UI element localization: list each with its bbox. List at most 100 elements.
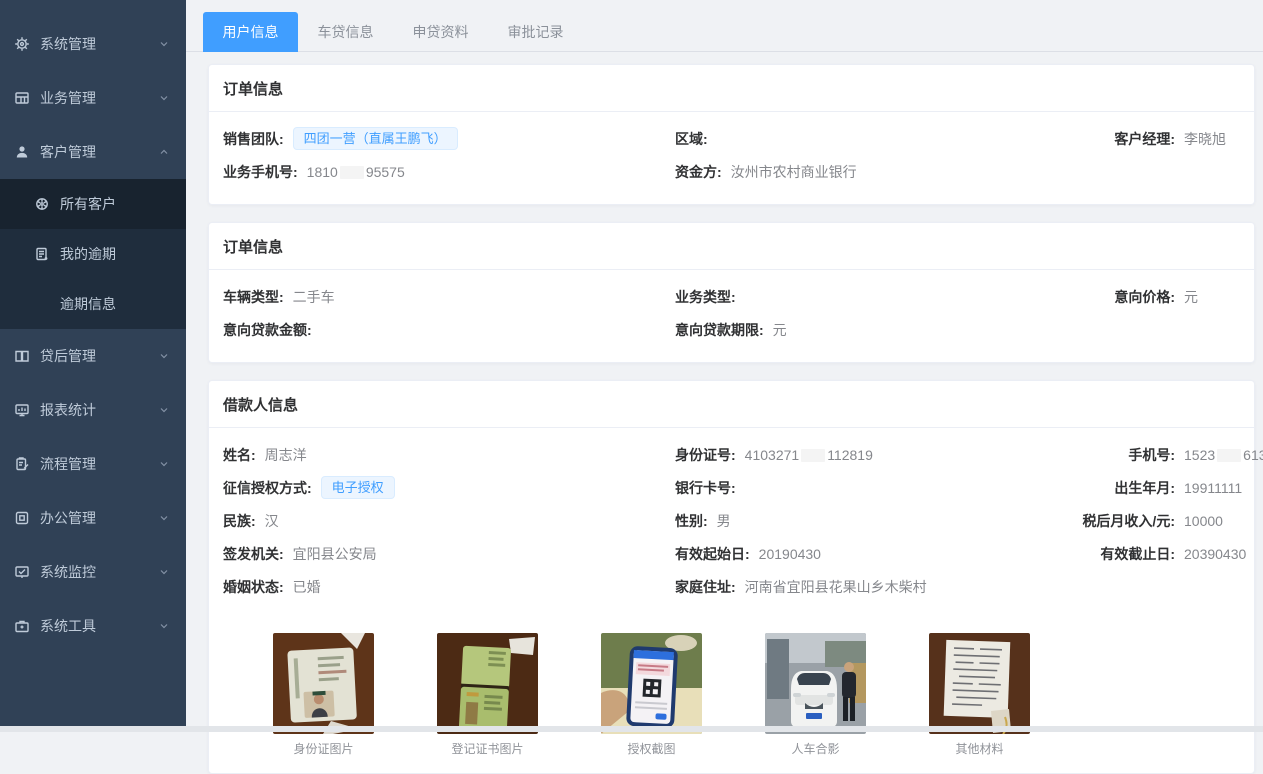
sidebar-item-customer-mgmt[interactable]: 客户管理 (0, 125, 186, 179)
field-label: 车辆类型: (223, 287, 284, 307)
field-marital-status: 婚姻状态: 已婚 (223, 577, 675, 597)
sidebar-item-system-mgmt[interactable]: 系统管理 (0, 17, 186, 71)
sidebar-item-label: 逾期信息 (60, 294, 116, 314)
field-intent-price: 意向价格: 元 (1071, 287, 1240, 307)
field-value: 15236137 (1184, 447, 1263, 463)
tab-user-info[interactable]: 用户信息 (203, 12, 298, 52)
field-label: 银行卡号: (675, 478, 736, 498)
photo-caption: 人车合影 (765, 740, 866, 757)
document-photos: 身份证图片 (223, 633, 1240, 757)
sidebar-item-process-mgmt[interactable]: 流程管理 (0, 437, 186, 491)
redaction-box (340, 166, 364, 179)
chevron-down-icon (158, 350, 170, 362)
field-label: 婚姻状态: (223, 577, 284, 597)
field-label: 资金方: (675, 162, 722, 182)
photo-handwritten-doc[interactable]: 其他材料 (929, 633, 1030, 757)
field-issuing-authority: 签发机关: 宜阳县公安局 (223, 544, 675, 564)
field-business-phone: 业务手机号: 181095575 (223, 162, 675, 182)
id-card-image (273, 633, 374, 734)
field-label: 家庭住址: (675, 577, 736, 597)
field-label: 征信授权方式: (223, 478, 312, 498)
field-value: 19911111 (1184, 480, 1242, 496)
chevron-down-icon (158, 620, 170, 632)
chevron-down-icon (158, 566, 170, 578)
credit-auth-tag: 电子授权 (321, 476, 395, 500)
sidebar-item-label: 所有客户 (60, 194, 116, 214)
sidebar-item-report-stats[interactable]: 报表统计 (0, 383, 186, 437)
phone-qr-image (601, 633, 702, 734)
handwritten-doc-image (929, 633, 1030, 734)
gear-icon (14, 36, 30, 52)
field-label: 销售团队: (223, 129, 284, 149)
photo-green-book[interactable]: 登记证书图片 (437, 633, 538, 757)
field-value: 男 (717, 511, 731, 531)
clipboard-icon (14, 456, 30, 472)
sidebar-item-label: 报表统计 (40, 400, 96, 420)
field-customer-manager: 客户经理: 李晓旭 (1071, 129, 1240, 149)
field-value: 10000 (1184, 513, 1223, 529)
customer-mgmt-submenu: 所有客户 我的逾期 逾期信息 (0, 179, 186, 329)
sidebar-item-system-tools[interactable]: 系统工具 (0, 599, 186, 653)
book-icon (14, 348, 30, 364)
field-label: 签发机关: (223, 544, 284, 564)
photo-caption: 授权截图 (601, 740, 702, 757)
photo-person-car[interactable]: 人车合影 (765, 633, 866, 757)
sidebar-item-label: 流程管理 (40, 454, 96, 474)
field-value: 二手车 (293, 287, 335, 307)
sidebar-item-label: 我的逾期 (60, 244, 116, 264)
field-loan-amount: 意向贷款金额: (223, 320, 675, 340)
sidebar-item-my-overdue[interactable]: 我的逾期 (0, 229, 186, 279)
field-label: 业务手机号: (223, 162, 298, 182)
sidebar-item-overdue-info[interactable]: 逾期信息 (0, 279, 186, 329)
sidebar-item-office-mgmt[interactable]: 办公管理 (0, 491, 186, 545)
borrower-info-card: 借款人信息 姓名: 周志洋 身份证号: 4103271112819 手机号: 1… (208, 380, 1255, 774)
sidebar-item-system-monitor[interactable]: 系统监控 (0, 545, 186, 599)
field-value: 181095575 (307, 164, 405, 180)
toolbox-icon (14, 618, 30, 634)
tab-car-loan-info[interactable]: 车贷信息 (298, 12, 393, 52)
sidebar-item-all-customers[interactable]: 所有客户 (0, 179, 186, 229)
field-birth-date: 出生年月: 19911111 (1071, 478, 1242, 498)
field-label: 意向贷款金额: (223, 320, 312, 340)
horizontal-scrollbar-track[interactable] (0, 726, 1263, 732)
field-value: 20390430 (1184, 546, 1246, 562)
field-vehicle-type: 车辆类型: 二手车 (223, 287, 675, 307)
green-book-image (437, 633, 538, 734)
field-value: 李晓旭 (1184, 129, 1226, 149)
grid-icon (14, 90, 30, 106)
field-value: 元 (1184, 287, 1198, 307)
field-label: 业务类型: (675, 287, 736, 307)
sidebar-item-label: 系统工具 (40, 616, 96, 636)
field-value: 周志洋 (265, 445, 307, 465)
sales-team-tag[interactable]: 四团一营（直属王鹏飞） (293, 127, 458, 151)
person-car-image (765, 633, 866, 734)
field-label: 出生年月: (1071, 478, 1175, 498)
main-content: 用户信息 车贷信息 申贷资料 审批记录 订单信息 销售团队: 四团一营（直属王鹏… (186, 0, 1263, 732)
field-label: 身份证号: (675, 445, 736, 465)
field-label: 客户经理: (1071, 129, 1175, 149)
field-label: 性别: (675, 511, 708, 531)
field-monthly-income: 税后月收入/元: 10000 (1071, 511, 1240, 531)
field-valid-from: 有效起始日: 20190430 (675, 544, 1071, 564)
order-info-card-1: 订单信息 销售团队: 四团一营（直属王鹏飞） 区域: 客户经理: 李晓旭 (208, 64, 1255, 205)
field-id-number: 身份证号: 4103271112819 (675, 445, 1071, 465)
sidebar-item-label: 系统监控 (40, 562, 96, 582)
field-value: 汉 (265, 511, 279, 531)
field-label: 意向贷款期限: (675, 320, 764, 340)
field-label: 姓名: (223, 445, 256, 465)
field-valid-to: 有效截止日: 20390430 (1071, 544, 1246, 564)
photo-phone-qr[interactable]: 授权截图 (601, 633, 702, 757)
field-mobile-phone: 手机号: 15236137 (1071, 445, 1263, 465)
field-value: 已婚 (293, 577, 321, 597)
sidebar-item-postloan-mgmt[interactable]: 贷后管理 (0, 329, 186, 383)
tab-loan-application-docs[interactable]: 申贷资料 (393, 12, 488, 52)
sidebar-item-label: 系统管理 (40, 34, 96, 54)
chevron-up-icon (158, 146, 170, 158)
tab-approval-records[interactable]: 审批记录 (488, 12, 583, 52)
photo-id-card[interactable]: 身份证图片 (273, 633, 374, 757)
component-icon (14, 510, 30, 526)
sidebar-item-business-mgmt[interactable]: 业务管理 (0, 71, 186, 125)
redaction-box (1217, 449, 1241, 462)
chevron-down-icon (158, 458, 170, 470)
field-value: 宜阳县公安局 (293, 544, 377, 564)
